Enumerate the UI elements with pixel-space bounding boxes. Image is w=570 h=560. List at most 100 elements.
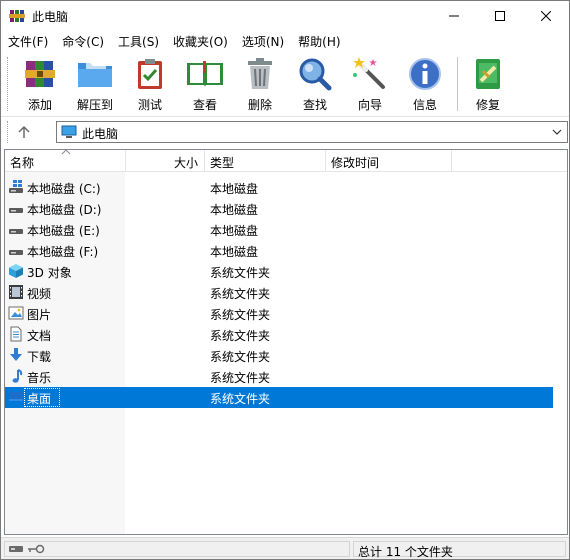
menu-bar: 文件(F) 命令(C) 工具(S) 收藏夹(O) 选项(N) 帮助(H)	[1, 31, 569, 51]
find-button[interactable]: 查找	[291, 57, 339, 113]
menu-commands[interactable]: 命令(C)	[55, 31, 111, 51]
item-type: 系统文件夹	[210, 350, 271, 364]
item-name: 音乐	[27, 371, 52, 385]
item-name: 视频	[27, 287, 52, 301]
delete-label: 删除	[247, 98, 272, 112]
status-right-panel: 总计 11 个文件夹	[353, 541, 566, 559]
delete-button[interactable]: 删除	[236, 57, 284, 113]
menu-favorites[interactable]: 收藏夹(O)	[166, 31, 235, 51]
address-row: 此电脑	[1, 118, 569, 146]
list-item[interactable]: 文档 系统文件夹	[5, 324, 553, 345]
status-bar: 总计 11 个文件夹	[1, 537, 569, 559]
list-item[interactable]: 本地磁盘 (E:) 本地磁盘	[5, 219, 553, 240]
list-header: 名称 大小 类型 修改时间	[5, 150, 567, 172]
wizard-label: 向导	[357, 98, 382, 112]
arrow-up-icon	[18, 125, 30, 138]
info-button[interactable]: 信息	[401, 57, 449, 113]
magnifier-icon	[299, 58, 332, 91]
menu-help[interactable]: 帮助(H)	[291, 31, 347, 51]
address-path: 此电脑	[82, 127, 119, 141]
title-bar: 此电脑	[1, 1, 569, 31]
column-header-size[interactable]: 大小	[126, 150, 204, 172]
list-item[interactable]: 视频 系统文件夹	[5, 282, 553, 303]
winrar-app-icon[interactable]	[9, 8, 25, 24]
wizard-button[interactable]: 向导	[346, 57, 394, 113]
trash-icon	[248, 58, 272, 89]
item-name: 下载	[27, 350, 52, 364]
column-separator[interactable]	[325, 150, 326, 172]
info-icon	[409, 58, 441, 90]
pictures-icon	[8, 305, 24, 321]
drive-system-icon	[8, 179, 24, 195]
item-name: 桌面	[27, 392, 52, 406]
item-type: 系统文件夹	[210, 329, 271, 343]
window-title: 此电脑	[32, 10, 69, 24]
downloads-icon	[8, 347, 24, 363]
repair-button[interactable]: 修复	[464, 57, 512, 113]
address-combobox[interactable]: 此电脑	[56, 121, 568, 143]
file-list[interactable]: 名称 大小 类型 修改时间 本地磁盘 (C:) 本地磁盘 本地磁盘 (D:) 本地磁盘…	[4, 149, 568, 535]
find-label: 查找	[302, 98, 327, 112]
extract-to-label: 解压到	[76, 98, 113, 112]
winrar-window: 此电脑 文件(F) 命令(C) 工具(S) 收藏夹(O) 选项(N) 帮助(H)	[0, 0, 570, 560]
desktop-icon	[8, 389, 24, 405]
list-item[interactable]: 图片 系统文件夹	[5, 303, 553, 324]
list-item[interactable]: 桌面 系统文件夹	[5, 387, 553, 408]
item-type: 系统文件夹	[210, 392, 271, 406]
chevron-down-icon[interactable]	[551, 125, 563, 139]
view-label: 查看	[192, 98, 217, 112]
info-label: 信息	[412, 98, 437, 112]
extract-folder-icon	[78, 63, 112, 87]
toolbar-separator	[457, 57, 458, 111]
item-name: 本地磁盘 (C:)	[27, 182, 101, 196]
column-header-modified[interactable]: 修改时间	[331, 150, 451, 172]
item-type: 本地磁盘	[210, 203, 259, 217]
test-label: 测试	[137, 98, 162, 112]
repair-icon	[476, 59, 500, 89]
list-item[interactable]: 音乐 系统文件夹	[5, 366, 553, 387]
list-item[interactable]: 3D 对象 系统文件夹	[5, 261, 553, 282]
item-type: 本地磁盘	[210, 224, 259, 238]
drive-icon	[8, 221, 24, 237]
status-summary: 总计 11 个文件夹	[358, 545, 453, 559]
maximize-button[interactable]	[477, 1, 523, 31]
menu-tools[interactable]: 工具(S)	[111, 31, 166, 51]
list-item[interactable]: 本地磁盘 (D:) 本地磁盘	[5, 198, 553, 219]
toolbar-grip[interactable]	[7, 57, 10, 111]
view-button[interactable]: 查看	[181, 57, 229, 113]
item-type: 系统文件夹	[210, 266, 271, 280]
test-clipboard-icon	[138, 59, 162, 89]
column-header-type[interactable]: 类型	[210, 150, 325, 172]
close-button[interactable]	[523, 1, 569, 31]
minimize-button[interactable]	[431, 1, 477, 31]
list-item[interactable]: 本地磁盘 (F:) 本地磁盘	[5, 240, 553, 261]
list-item[interactable]: 下载 系统文件夹	[5, 345, 553, 366]
item-type: 本地磁盘	[210, 245, 259, 259]
this-pc-icon	[61, 125, 77, 138]
add-archive-icon	[25, 61, 55, 87]
item-type: 系统文件夹	[210, 371, 271, 385]
item-name: 本地磁盘 (F:)	[27, 245, 99, 259]
menu-options[interactable]: 选项(N)	[235, 31, 291, 51]
up-folder-button[interactable]	[15, 122, 33, 142]
item-name: 3D 对象	[27, 266, 72, 280]
close-icon	[541, 11, 551, 21]
key-icon[interactable]	[27, 544, 45, 554]
video-icon	[8, 284, 24, 300]
sort-ascending-icon	[61, 150, 71, 155]
address-grip[interactable]	[7, 121, 10, 143]
music-icon	[8, 368, 24, 384]
drive-status-icon[interactable]	[8, 544, 24, 554]
toolbar: 添加 解压到 测试 查看 删除 查找 向导 信息 修复	[1, 51, 569, 117]
menu-file[interactable]: 文件(F)	[1, 31, 55, 51]
extract-to-button[interactable]: 解压到	[71, 57, 119, 113]
status-left-panel	[4, 541, 350, 557]
column-separator[interactable]	[204, 150, 205, 172]
add-button[interactable]: 添加	[16, 57, 64, 113]
list-item[interactable]: 本地磁盘 (C:) 本地磁盘	[5, 177, 553, 198]
column-separator[interactable]	[451, 150, 452, 172]
test-button[interactable]: 测试	[126, 57, 174, 113]
item-type: 系统文件夹	[210, 287, 271, 301]
minimize-icon	[449, 15, 459, 17]
magic-wand-icon	[353, 57, 385, 89]
